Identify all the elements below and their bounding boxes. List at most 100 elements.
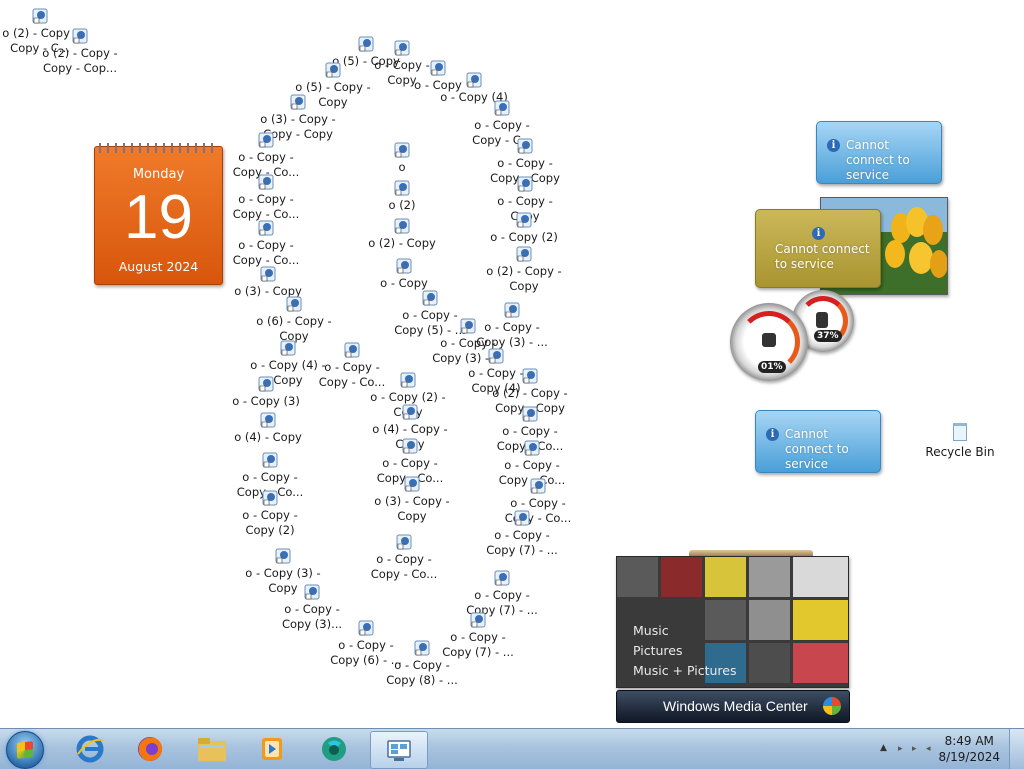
firefox-icon <box>138 737 163 761</box>
shortcut-icon <box>72 28 88 44</box>
weather-gadget-top[interactable]: i Cannot connect to service <box>816 121 942 184</box>
desktop-shortcut[interactable]: o - Copy - Copy (7) - ... <box>479 510 565 558</box>
shortcut-label: o (3) - Copy - Copy <box>374 494 450 523</box>
shortcut-icon <box>466 72 482 88</box>
shortcut-label: o - Copy - Copy (2) <box>242 508 298 537</box>
desktop-shortcut[interactable]: o - Copy (3) <box>223 376 309 409</box>
shortcut-icon <box>460 318 476 334</box>
desktop-shortcut[interactable]: o (3) - Copy - Copy <box>369 476 455 524</box>
desktop-shortcut[interactable]: o (3) - Copy <box>225 266 311 299</box>
desktop-shortcut[interactable]: o - Copy <box>361 258 447 291</box>
desktop-shortcut[interactable]: o - Copy - Copy - Co... <box>223 220 309 268</box>
taskbar-explorer-button[interactable] <box>184 731 240 767</box>
shortcut-label: o (4) - Copy <box>234 430 302 444</box>
desktop-shortcut[interactable]: o (2) <box>359 180 445 213</box>
media-center-item-music[interactable]: Music <box>633 621 737 641</box>
shortcut-icon <box>522 406 538 422</box>
shortcut-icon <box>400 372 416 388</box>
desktop-shortcut[interactable]: o - Copy - Copy - Co... <box>223 132 309 180</box>
shortcut-icon <box>304 584 320 600</box>
calendar-weekday: Monday <box>132 167 185 182</box>
desktop-shortcut[interactable]: o (2) - Copy <box>359 218 445 251</box>
desktop-shortcut[interactable]: o (2) - Copy - Copy <box>481 246 567 294</box>
cpu-gauge[interactable]: 01% <box>730 303 808 381</box>
shortcut-icon <box>516 246 532 262</box>
taskbar-browser-button[interactable] <box>306 731 362 767</box>
media-center-gadget[interactable]: Music Pictures Music + Pictures Windows … <box>616 550 850 723</box>
service-message: Cannot connect to service <box>775 242 870 271</box>
recycle-bin[interactable]: Recycle Bin <box>920 423 1000 459</box>
calendar-rings <box>99 143 218 153</box>
weather-gadget-middle[interactable]: i Cannot connect to service <box>755 209 881 288</box>
media-center-title: Windows Media Center <box>663 698 808 714</box>
shortcut-icon <box>494 100 510 116</box>
system-tray: ▲ ▸ ▸ ◂ 8:49 AM 8/19/2024 <box>864 729 1024 769</box>
shortcut-label: o - Copy (2) <box>490 230 558 244</box>
show-desktop-button[interactable] <box>1009 729 1024 769</box>
shortcut-icon <box>404 476 420 492</box>
shortcut-label: o - Copy - Copy - Co... <box>232 192 300 221</box>
taskbar-firefox-button[interactable] <box>122 731 178 767</box>
shortcut-icon <box>258 132 274 148</box>
taskbar-media-player-button[interactable] <box>244 731 300 767</box>
info-icon: i <box>766 428 779 441</box>
clock-date: 8/19/2024 <box>938 750 1000 764</box>
shortcut-icon <box>258 220 274 236</box>
taskbar-gadgets-button[interactable] <box>370 731 428 769</box>
media-center-menu: Music Pictures Music + Pictures <box>633 621 737 681</box>
volume-tray-icon[interactable]: ◂ <box>926 744 931 754</box>
network-tray-icon[interactable]: ▸ <box>912 744 917 754</box>
calendar-day: 19 <box>124 183 193 252</box>
taskbar-ie-button[interactable] <box>62 731 118 767</box>
show-hidden-icons-icon[interactable]: ▲ <box>880 743 887 753</box>
media-center-item-music-pictures[interactable]: Music + Pictures <box>633 661 737 681</box>
shortcut-label: o - Copy (3) <box>232 394 300 408</box>
desktop-shortcut[interactable]: o - Copy - Copy (7) - ... <box>459 570 545 618</box>
gadgets-icon <box>387 740 411 761</box>
shortcut-icon <box>394 180 410 196</box>
browser-icon <box>322 737 346 761</box>
desktop: o (2) - Copy - Copy - C...o (2) - Copy -… <box>0 0 1024 728</box>
shortcut-icon <box>275 548 291 564</box>
desktop-shortcut[interactable]: o - Copy - Copy - Co... <box>361 534 447 582</box>
info-icon: i <box>812 227 825 240</box>
shortcut-icon <box>280 340 296 356</box>
shortcut-label: o (2) - Copy - Copy - Cop... <box>42 46 118 75</box>
desktop-shortcut[interactable]: o - Copy - Copy - Co... <box>223 174 309 222</box>
desktop-shortcut[interactable]: o (6) - Copy - Copy <box>251 296 337 344</box>
shortcut-icon <box>516 212 532 228</box>
clock[interactable]: 8:49 AM 8/19/2024 <box>938 733 1000 765</box>
shortcut-icon <box>394 142 410 158</box>
shortcut-icon <box>524 440 540 456</box>
shortcut-label: o <box>398 160 406 174</box>
shortcut-icon <box>396 258 412 274</box>
service-message: Cannot connect to service <box>785 427 849 471</box>
memory-chip-icon <box>816 312 828 328</box>
desktop-shortcut[interactable]: o - Copy - Copy (2) <box>227 490 313 538</box>
windows-logo-icon <box>17 741 33 759</box>
media-center-item-pictures[interactable]: Pictures <box>633 641 737 661</box>
shortcut-label: o (2) - Copy <box>368 236 436 250</box>
media-center-tiles: Music Pictures Music + Pictures <box>616 556 849 688</box>
shortcut-icon <box>414 640 430 656</box>
shortcut-icon <box>517 138 533 154</box>
desktop-shortcut[interactable]: o <box>359 142 445 175</box>
info-icon: i <box>827 139 840 152</box>
shortcut-icon <box>358 620 374 636</box>
media-center-bar[interactable]: Windows Media Center <box>616 690 850 723</box>
shortcut-icon <box>530 478 546 494</box>
shortcut-icon <box>394 218 410 234</box>
flag-tray-icon[interactable]: ▸ <box>898 744 903 754</box>
weather-gadget-bottom[interactable]: i Cannot connect to service <box>755 410 881 473</box>
cpu-chip-icon <box>762 333 776 347</box>
desktop-shortcut[interactable]: o (4) - Copy <box>225 412 311 445</box>
desktop-shortcut[interactable]: o - Copy (2) <box>481 212 567 245</box>
shortcut-icon <box>470 612 486 628</box>
shortcut-icon <box>286 296 302 312</box>
desktop-shortcut[interactable]: o (2) - Copy - Copy - Cop... <box>37 28 123 76</box>
desktop-shortcut[interactable]: o - Copy - Copy (8) - ... <box>379 640 465 688</box>
calendar-gadget[interactable]: Monday 19 August 2024 <box>94 143 223 285</box>
shortcut-icon <box>258 174 274 190</box>
start-button[interactable] <box>6 731 44 769</box>
shortcut-icon <box>422 290 438 306</box>
